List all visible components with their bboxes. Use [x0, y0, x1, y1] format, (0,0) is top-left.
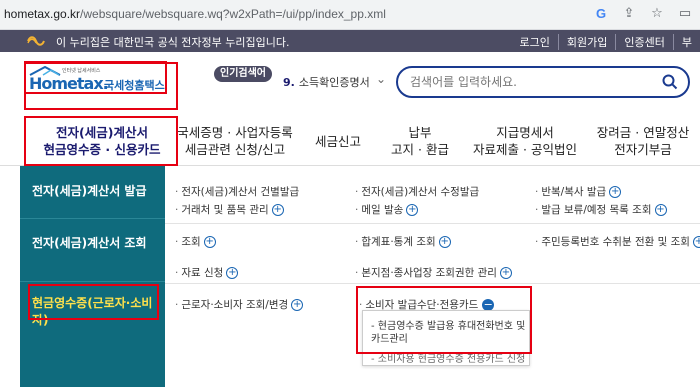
search-input[interactable]: [410, 73, 650, 91]
bookmark-star-icon[interactable]: ☆: [648, 5, 666, 23]
nav-label-line1: 국세증명 · 사업자등록: [177, 125, 293, 140]
row-divider: [165, 283, 700, 284]
divider: [20, 218, 165, 219]
row-divider: [165, 223, 700, 224]
divider: [20, 281, 165, 282]
link-repeat-issue[interactable]: · 반복/복사 발급 +: [535, 184, 622, 199]
nav-label-line2: 세금관련 신청/신고: [184, 142, 286, 157]
link-branch-permission[interactable]: · 본지점·종사업장 조회권한 관리 +: [355, 265, 512, 280]
cert-center-link[interactable]: 인증센터: [615, 34, 672, 50]
plus-icon[interactable]: +: [271, 203, 284, 216]
plus-icon[interactable]: +: [499, 266, 512, 279]
search-box: [396, 66, 690, 98]
url-path: /websquare/websquare.wq?w2xPath=/ui/pp/i…: [80, 7, 386, 21]
link-mail-send[interactable]: · 메일 발송 +: [355, 202, 419, 217]
link-data-request[interactable]: · 자료 신청 +: [175, 265, 239, 280]
link-summary-stats[interactable]: · 합계표·통계 조회 +: [355, 234, 451, 249]
submenu-category-column: 전자(세금)계산서 발급 전자(세금)계산서 조회 현금영수증(근로자·소비자): [20, 166, 165, 387]
nav-label-line1: 세금신고: [314, 134, 361, 149]
link-pending-list[interactable]: · 발급 보류/예정 목록 조회 +: [535, 202, 667, 217]
plus-icon[interactable]: +: [226, 266, 239, 279]
link-single-issue[interactable]: · 전자(세금)계산서 건별발급: [175, 184, 299, 199]
plus-icon[interactable]: +: [654, 203, 667, 216]
url-text[interactable]: hometax.go.kr/websquare/websquare.wq?w2x…: [4, 7, 386, 21]
plus-icon[interactable]: +: [291, 298, 304, 311]
plus-icon[interactable]: +: [406, 203, 419, 216]
popular-keyword: 소득확인증명서: [298, 76, 370, 89]
nav-label-line1: 납부: [408, 125, 432, 140]
link-partner-items[interactable]: · 거래처 및 품목 관리 +: [175, 202, 284, 217]
link-modify-issue[interactable]: · 전자(세금)계산서 수정발급: [355, 184, 479, 199]
popular-search-badge: 인기검색어: [214, 66, 272, 82]
nav-label-line1: 지급명세서: [496, 125, 554, 140]
popular-rank: 9.: [283, 76, 295, 89]
link-worker-consumer-inquiry[interactable]: · 근로자·소비자 조회/변경 +: [175, 297, 304, 312]
highlight-box-cash-receipt: [28, 284, 159, 320]
search-icon[interactable]: [662, 74, 678, 90]
gov-emblem-icon: [27, 36, 45, 46]
link-resident-id-convert[interactable]: · 주민등록번호 수취분 전환 및 조회 +: [535, 234, 700, 249]
gov-banner-text: 이 누리집은 대한민국 공식 전자정부 누리집입니다.: [56, 36, 290, 49]
login-link[interactable]: 로그인: [512, 34, 558, 50]
nav-item-certificates[interactable]: 국세증명 · 사업자등록 세금관련 신청/신고: [172, 124, 298, 158]
nav-label-line2: 전자기부금: [614, 142, 672, 157]
google-icon[interactable]: G: [592, 5, 610, 23]
signup-link[interactable]: 회원가입: [557, 34, 615, 50]
category-e-invoice-issue[interactable]: 전자(세금)계산서 발급: [32, 182, 147, 199]
highlight-box-logo-area: [24, 62, 178, 110]
util-link-truncated[interactable]: 부: [672, 34, 700, 50]
chevron-down-icon[interactable]: ⌄: [376, 72, 386, 86]
highlight-box-submenu: [356, 286, 532, 354]
plus-icon[interactable]: +: [692, 235, 700, 248]
browser-address-bar: hometax.go.kr/websquare/websquare.wq?w2x…: [0, 0, 700, 30]
nav-label-line1: 장려금 · 연말정산: [596, 125, 690, 140]
url-host: hometax.go.kr: [4, 7, 81, 21]
plus-icon[interactable]: +: [438, 235, 451, 248]
window-icon[interactable]: ▭: [676, 5, 694, 23]
plus-icon[interactable]: +: [609, 185, 622, 198]
link-inquiry[interactable]: · 조회 +: [175, 234, 216, 249]
category-e-invoice-inquiry[interactable]: 전자(세금)계산서 조회: [32, 234, 147, 251]
nav-item-incentives[interactable]: 장려금 · 연말정산 전자기부금: [590, 124, 696, 158]
nav-label-line2: 자료제출 · 공익법인: [473, 142, 577, 157]
nav-item-tax-return[interactable]: 세금신고: [308, 133, 368, 150]
gov-banner: 이 누리집은 대한민국 공식 전자정부 누리집입니다. 로그인 회원가입 인증센…: [0, 30, 700, 52]
nav-item-statements[interactable]: 지급명세서 자료제출 · 공익법인: [470, 124, 580, 158]
highlight-box-nav-active: [24, 116, 178, 166]
nav-item-payment[interactable]: 납부 고지 · 환급: [385, 124, 455, 158]
popular-search-item[interactable]: 9. 소득확인증명서: [283, 74, 370, 90]
nav-label-line2: 고지 · 환급: [391, 142, 449, 157]
share-icon[interactable]: ⇪: [620, 5, 638, 23]
plus-icon[interactable]: +: [203, 235, 216, 248]
